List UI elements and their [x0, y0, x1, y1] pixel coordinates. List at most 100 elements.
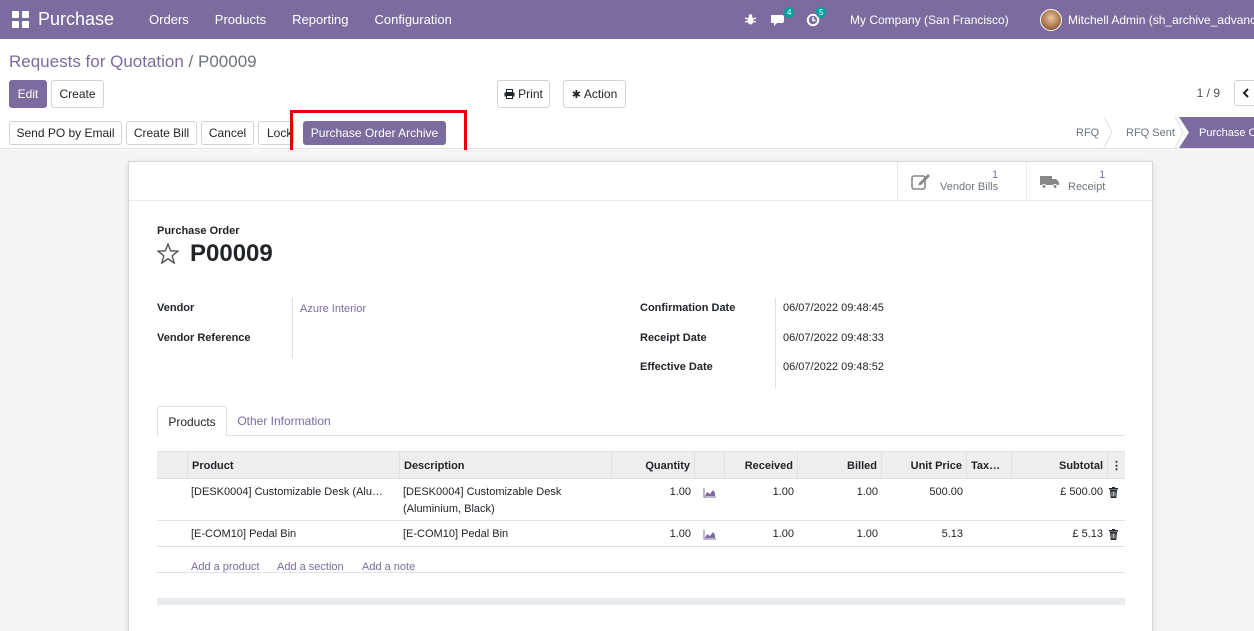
menu-orders[interactable]: Orders: [149, 12, 189, 27]
vendor-label: Vendor: [157, 302, 195, 314]
stage-purchase-order[interactable]: Purchase O: [1179, 117, 1254, 148]
vendor-bills-label: Vendor Bills: [940, 181, 999, 193]
column-taxes[interactable]: Tax…: [966, 452, 1011, 479]
row-billed: 1.00: [856, 528, 878, 540]
truck-icon: [1040, 176, 1059, 189]
column-product[interactable]: Product: [187, 452, 399, 479]
send-po-by-email-button[interactable]: Send PO by Email: [9, 121, 122, 145]
receipt-date-value: 06/07/2022 09:48:33: [783, 332, 884, 344]
smart-button-box: 1 Vendor Bills 1 Receipt: [129, 162, 1152, 201]
confirmation-date-label: Confirmation Date: [640, 302, 736, 314]
row-description[interactable]: [DESK0004] Customizable Desk: [403, 486, 609, 498]
row-received[interactable]: 1.00: [724, 528, 794, 540]
row-description[interactable]: [E-COM10] Pedal Bin: [403, 528, 609, 540]
table-row[interactable]: [E-COM10] Pedal Bin [E-COM10] Pedal Bin …: [157, 521, 1125, 547]
tab-other-information[interactable]: Other Information: [229, 406, 339, 436]
row-quantity[interactable]: 1.00: [611, 486, 691, 498]
chat-icon[interactable]: [771, 0, 787, 39]
pager-value[interactable]: 1 / 9: [1197, 86, 1220, 100]
field-separator: [775, 298, 776, 388]
menu-configuration[interactable]: Configuration: [374, 12, 451, 27]
effective-date-label: Effective Date: [640, 361, 713, 373]
menu-reporting[interactable]: Reporting: [292, 12, 348, 27]
stage-rfq-sent[interactable]: RFQ Sent: [1126, 117, 1175, 148]
stage-rfq[interactable]: RFQ: [1076, 117, 1099, 148]
company-switcher[interactable]: My Company (San Francisco): [850, 0, 1009, 39]
table-header: Product Description Quantity Received Bi…: [157, 451, 1125, 479]
create-button[interactable]: Create: [51, 80, 104, 108]
column-unit-price[interactable]: Unit Price: [881, 452, 966, 479]
row-received[interactable]: 1.00: [724, 486, 794, 498]
add-product-link[interactable]: Add a product: [191, 561, 260, 573]
app-name[interactable]: Purchase: [38, 9, 114, 30]
field-separator: [292, 298, 293, 358]
area-chart-icon[interactable]: [703, 530, 717, 540]
row-product[interactable]: [DESK0004] Customizable Desk (Alu…: [191, 486, 395, 498]
pencil-square-icon: [911, 174, 930, 190]
trash-icon[interactable]: [1109, 529, 1118, 540]
lock-button[interactable]: Lock: [258, 121, 294, 145]
breadcrumb-separator: /: [183, 52, 198, 71]
row-subtotal: £ 5.13: [1072, 528, 1103, 540]
row-quantity[interactable]: 1.00: [611, 528, 691, 540]
column-received[interactable]: Received: [724, 452, 797, 479]
menu-products[interactable]: Products: [215, 12, 266, 27]
bug-icon[interactable]: [744, 0, 757, 39]
column-description[interactable]: Description: [399, 452, 611, 479]
user-menu[interactable]: Mitchell Admin (sh_archive_advance: [1040, 0, 1254, 39]
app-grid-icon[interactable]: [12, 11, 29, 28]
vendor-bills-smart-button[interactable]: 1 Vendor Bills: [897, 162, 1026, 201]
purchase-order-archive-button[interactable]: Purchase Order Archive: [303, 121, 446, 145]
receipt-smart-button[interactable]: 1 Receipt: [1026, 162, 1152, 201]
action-label: Action: [583, 87, 618, 101]
trash-icon[interactable]: [1109, 487, 1118, 498]
star-icon[interactable]: [157, 243, 179, 264]
vendor-value[interactable]: Azure Interior: [300, 303, 366, 315]
column-forecast: [694, 452, 724, 479]
order-number: P00009: [190, 240, 273, 267]
row-description-line2: (Aluminium, Black): [403, 503, 495, 515]
column-billed[interactable]: Billed: [797, 452, 881, 479]
form-sheet: 1 Vendor Bills 1 Receipt Purchase Order P0…: [128, 161, 1153, 631]
table-row[interactable]: [DESK0004] Customizable Desk (Alu… [DESK…: [157, 479, 1125, 521]
row-subtotal: £ 500.00: [1060, 486, 1103, 498]
receipt-count: 1: [1099, 169, 1106, 181]
cancel-button[interactable]: Cancel: [201, 121, 254, 145]
row-unit-price[interactable]: 500.00: [881, 486, 963, 498]
print-button[interactable]: Print: [497, 80, 550, 108]
receipt-date-label: Receipt Date: [640, 332, 707, 344]
breadcrumb: Requests for Quotation / P00009: [9, 52, 257, 72]
column-quantity[interactable]: Quantity: [611, 452, 694, 479]
print-label: Print: [518, 87, 543, 101]
edit-button[interactable]: Edit: [9, 80, 47, 108]
stage-chevron-icon: [1103, 117, 1113, 148]
avatar: [1040, 8, 1062, 31]
action-button[interactable]: ✱ Action: [563, 80, 626, 108]
vendor-reference-label: Vendor Reference: [157, 332, 251, 344]
receipt-label: Receipt: [1068, 181, 1106, 193]
notes-divider: [157, 598, 1125, 605]
pager-previous-button[interactable]: [1234, 80, 1254, 106]
vendor-bills-count: 1: [991, 169, 999, 181]
row-product[interactable]: [E-COM10] Pedal Bin: [191, 528, 395, 540]
optional-columns-icon[interactable]: ⋮: [1107, 452, 1125, 479]
row-billed: 1.00: [856, 486, 878, 498]
row-unit-price[interactable]: 5.13: [881, 528, 963, 540]
breadcrumb-current: P00009: [198, 52, 257, 71]
area-chart-icon[interactable]: [703, 488, 717, 498]
gear-icon: ✱: [571, 88, 581, 101]
confirmation-date-value: 06/07/2022 09:48:45: [783, 302, 884, 314]
add-note-link[interactable]: Add a note: [362, 561, 415, 573]
chevron-left-icon: [1242, 88, 1249, 98]
create-bill-button[interactable]: Create Bill: [126, 121, 197, 145]
breadcrumb-parent[interactable]: Requests for Quotation: [9, 52, 184, 71]
notebook-tabs: Products Other Information: [157, 406, 1125, 437]
effective-date-value: 06/07/2022 09:48:52: [783, 361, 884, 373]
tab-products[interactable]: Products: [157, 406, 227, 437]
user-name: Mitchell Admin (sh_archive_advance: [1068, 12, 1254, 27]
document-type-label: Purchase Order: [157, 225, 240, 237]
activity-icon[interactable]: [806, 0, 820, 39]
print-icon: [504, 89, 515, 99]
add-section-link[interactable]: Add a section: [277, 561, 344, 573]
column-subtotal[interactable]: Subtotal: [1011, 452, 1107, 479]
